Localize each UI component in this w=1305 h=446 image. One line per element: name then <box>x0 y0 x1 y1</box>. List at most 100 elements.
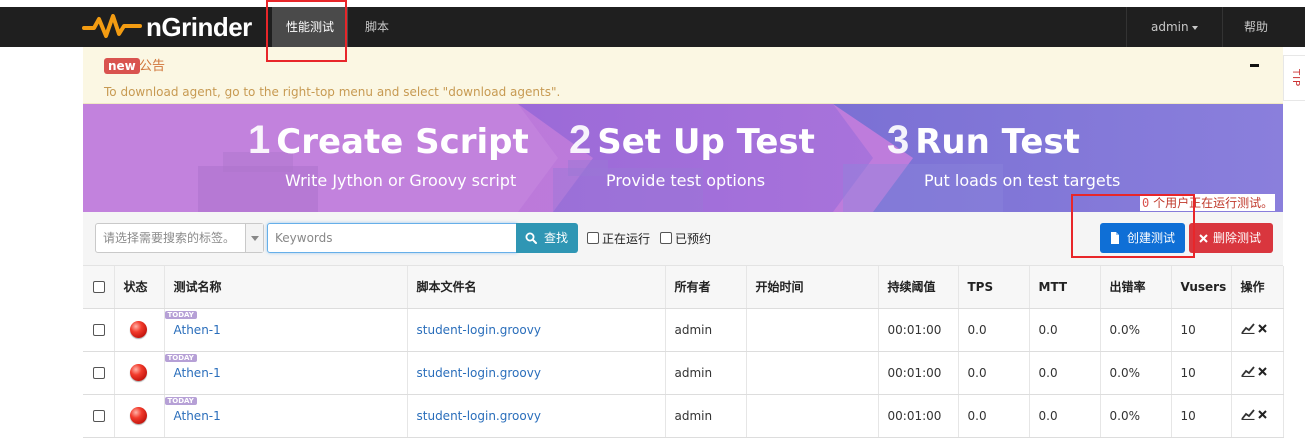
tag-select[interactable]: 请选择需要搜索的标签。 <box>95 223 264 253</box>
search-input[interactable]: Keywords <box>267 223 517 253</box>
status-red-ball-icon <box>129 321 147 338</box>
running-users-text: 个用户正在运行测试。 <box>1153 196 1274 210</box>
vusers-cell: 10 <box>1171 308 1232 352</box>
announcement-text: To download agent, go to the right-top m… <box>104 85 561 99</box>
create-test-label: 创建测试 <box>1127 231 1176 245</box>
today-badge: TODAY <box>164 396 197 405</box>
row-actions <box>1240 322 1267 334</box>
status-red-ball-icon <box>129 364 147 381</box>
ngrinder-logo[interactable]: nGrinder <box>82 11 252 43</box>
delete-test-label: 删除测试 <box>1213 231 1262 245</box>
script-file-link[interactable]: student-login.groovy <box>417 409 541 423</box>
row-checkbox[interactable] <box>93 410 105 422</box>
test-name-link[interactable]: Athen-1 <box>174 409 221 423</box>
user-menu[interactable]: admin <box>1137 7 1212 47</box>
filter-scheduled-checkbox[interactable] <box>660 232 672 244</box>
table-row: TODAY Athen-1 student-login.groovy admin … <box>83 351 1284 395</box>
row-checkbox[interactable] <box>93 367 105 379</box>
column-header-start-time[interactable]: 开始时间 <box>746 266 879 309</box>
step-title: Run Test <box>915 122 1080 162</box>
vusers-cell: 10 <box>1171 351 1232 395</box>
create-test-button[interactable]: 创建测试 <box>1100 223 1185 253</box>
step-title: Create Script <box>276 122 529 162</box>
step-subtitle: Put loads on test targets <box>924 171 1121 190</box>
step-number: 3 <box>887 118 910 162</box>
nav-divider <box>1126 7 1127 47</box>
nav-tab-script[interactable]: 脚本 <box>351 7 403 47</box>
close-icon[interactable] <box>1257 323 1267 333</box>
nav-tab-performance-test[interactable]: 性能测试 <box>272 7 349 47</box>
logo-text: nGrinder <box>146 11 252 42</box>
file-icon <box>1111 232 1119 244</box>
chart-icon[interactable] <box>1240 408 1255 420</box>
running-users-note: 0 个用户正在运行测试。 <box>1140 194 1276 211</box>
tip-tab[interactable]: TIP <box>1283 55 1305 101</box>
error-rate-cell: 0.0% <box>1100 308 1172 352</box>
step-title: Set Up Test <box>597 122 815 162</box>
row-actions <box>1240 365 1267 377</box>
test-name-link[interactable]: Athen-1 <box>174 366 221 380</box>
error-rate-cell: 0.0% <box>1100 351 1172 395</box>
search-icon <box>525 232 537 244</box>
new-badge: new <box>104 58 140 74</box>
row-checkbox[interactable] <box>93 324 105 336</box>
test-list-table: 状态 测试名称 脚本文件名 所有者 开始时间 持续阈值 TPS MTT 出错率 … <box>83 266 1284 438</box>
chart-icon[interactable] <box>1240 365 1255 377</box>
chevron-down-icon <box>1191 25 1198 30</box>
search-button[interactable]: 查找 <box>516 223 578 253</box>
column-header-status[interactable]: 状态 <box>114 266 165 309</box>
select-all-header[interactable] <box>83 266 115 309</box>
today-badge: TODAY <box>164 353 197 362</box>
delete-test-button[interactable]: 删除测试 <box>1189 223 1273 253</box>
mtt-cell: 0.0 <box>1029 351 1101 395</box>
row-actions <box>1240 408 1267 420</box>
search-button-label: 查找 <box>544 231 569 245</box>
table-row: TODAY Athen-1 student-login.groovy admin … <box>83 394 1284 438</box>
user-name: admin <box>1151 20 1189 34</box>
column-header-tps[interactable]: TPS <box>958 266 1030 309</box>
minimize-icon[interactable] <box>1247 55 1261 69</box>
script-file-link[interactable]: student-login.groovy <box>417 323 541 337</box>
nav-divider <box>1222 7 1223 47</box>
table-header-row: 状态 测试名称 脚本文件名 所有者 开始时间 持续阈值 TPS MTT 出错率 … <box>83 266 1284 309</box>
tps-cell: 0.0 <box>958 351 1030 395</box>
script-file-link[interactable]: student-login.groovy <box>417 366 541 380</box>
mtt-cell: 0.0 <box>1029 394 1101 438</box>
test-list-toolbar: 请选择需要搜索的标签。 Keywords 查找 正在运行 已预约 创建测试 删除… <box>83 212 1283 266</box>
column-header-script-name[interactable]: 脚本文件名 <box>407 266 666 309</box>
column-header-duration[interactable]: 持续阈值 <box>878 266 959 309</box>
step-run-test: 3 Run Test Put loads on test targets <box>887 118 1120 190</box>
running-users-count: 0 <box>1142 196 1150 210</box>
top-navbar: nGrinder 性能测试 脚本 admin 帮助 <box>0 7 1305 47</box>
owner-cell: admin <box>665 394 747 438</box>
step-subtitle: Provide test options <box>606 171 766 190</box>
step-number: 2 <box>569 118 592 162</box>
vusers-cell: 10 <box>1171 394 1232 438</box>
step-number: 1 <box>248 118 271 162</box>
today-badge: TODAY <box>164 310 197 319</box>
close-icon[interactable] <box>1257 409 1267 419</box>
chart-icon[interactable] <box>1240 322 1255 334</box>
close-icon[interactable] <box>1257 366 1267 376</box>
column-header-owner[interactable]: 所有者 <box>665 266 747 309</box>
step-set-up-test: 2 Set Up Test Provide test options <box>569 118 815 190</box>
column-header-mtt[interactable]: MTT <box>1029 266 1101 309</box>
column-header-actions: 操作 <box>1231 266 1284 309</box>
start-time-cell <box>746 394 879 438</box>
owner-cell: admin <box>665 351 747 395</box>
step-create-script: 1 Create Script Write Jython or Groovy sc… <box>248 118 529 190</box>
column-header-error-rate[interactable]: 出错率 <box>1100 266 1172 309</box>
test-name-link[interactable]: Athen-1 <box>174 323 221 337</box>
column-header-vusers[interactable]: Vusers <box>1171 266 1232 309</box>
filter-scheduled-label: 已预约 <box>675 232 712 246</box>
help-link[interactable]: 帮助 <box>1230 7 1282 47</box>
filter-running-checkbox[interactable] <box>587 232 599 244</box>
duration-cell: 00:01:00 <box>878 308 959 352</box>
duration-cell: 00:01:00 <box>878 351 959 395</box>
select-all-checkbox[interactable] <box>93 281 105 294</box>
waveform-logo-icon <box>82 14 142 38</box>
owner-cell: admin <box>665 308 747 352</box>
column-header-test-name[interactable]: 测试名称 <box>164 266 408 309</box>
filter-running-label: 正在运行 <box>602 232 651 246</box>
chevron-down-icon[interactable] <box>245 224 263 252</box>
